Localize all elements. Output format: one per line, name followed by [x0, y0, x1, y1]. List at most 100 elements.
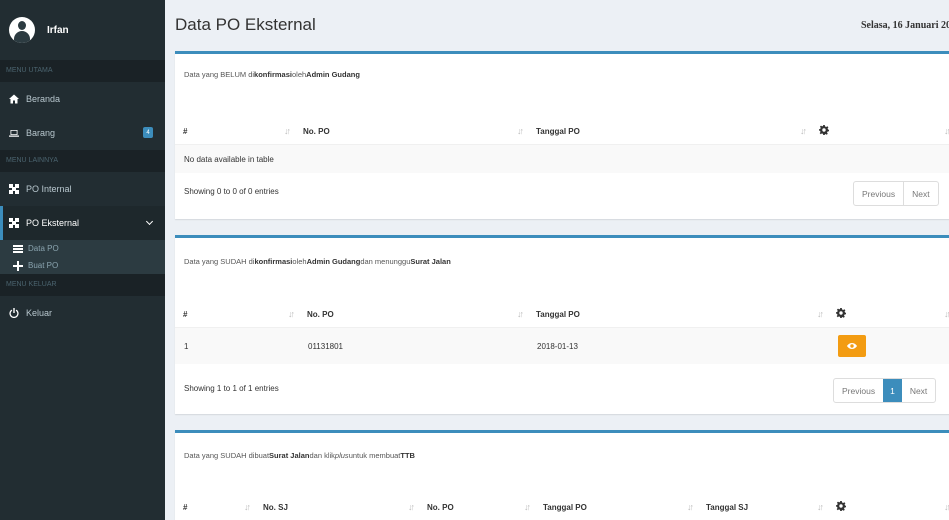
po-eksternal-submenu: Data PO Buat PO	[0, 240, 165, 274]
user-avatar	[9, 17, 35, 43]
sidebar-item-po-internal[interactable]: PO Internal	[0, 172, 165, 206]
column-header-no-po[interactable]: No. PO ↓↑	[295, 117, 528, 145]
sort-icon: ↓↑	[244, 502, 251, 512]
sort-icon: ↓↑	[408, 502, 415, 512]
desc-text: dan menunggu	[360, 256, 411, 266]
sidebar-item-beranda[interactable]: Beranda	[0, 82, 165, 116]
desc-italic: plus	[334, 450, 349, 460]
view-button[interactable]	[838, 335, 866, 357]
column-header-number[interactable]: # ↓↑	[175, 493, 255, 520]
column-label: Tanggal SJ	[706, 502, 749, 512]
column-header-tanggal-sj[interactable]: Tanggal SJ ↓↑	[698, 493, 828, 520]
column-header-no-po[interactable]: No. PO ↓↑	[419, 493, 535, 520]
sort-icon: ↓↑	[944, 502, 949, 512]
page-button-1[interactable]: 1	[883, 379, 902, 402]
sort-icon: ↓↑	[944, 309, 949, 319]
desc-text: dan klik	[309, 450, 335, 460]
chevron-down-icon	[145, 217, 154, 226]
box-unconfirmed: Data yang BELUM di konfirmasi oleh Admin…	[175, 51, 949, 219]
desc-text: oleh	[291, 69, 307, 79]
column-label: #	[183, 126, 188, 136]
column-header-tanggal-po[interactable]: Tanggal PO ↓↑	[535, 493, 698, 520]
desc-text: untuk membuat	[348, 450, 401, 460]
plus-icon	[13, 260, 23, 271]
pagination: Previous 1 Next	[833, 378, 937, 403]
desc-bold: Surat Jalan	[410, 256, 451, 266]
gear-icon	[836, 501, 846, 513]
column-header-tanggal-po[interactable]: Tanggal PO ↓↑	[528, 300, 828, 328]
desc-text: oleh	[292, 256, 307, 266]
sidebar-item-po-eksternal[interactable]: PO Eksternal	[0, 206, 165, 240]
column-label: Tanggal PO	[536, 126, 580, 136]
menu-header-main: MENU UTAMA	[0, 60, 165, 82]
column-header-number[interactable]: # ↓↑	[175, 117, 295, 145]
gear-icon	[819, 125, 829, 137]
menu-header-exit: MENU KELUAR	[0, 274, 165, 296]
column-header-actions[interactable]: ↓↑	[828, 493, 949, 520]
sidebar-item-label: PO Internal	[26, 184, 72, 194]
sidebar-item-label: Barang	[26, 128, 56, 138]
table-info: Showing 0 to 0 of 0 entries	[184, 187, 279, 196]
sidebar-item-keluar[interactable]: Keluar	[0, 296, 165, 330]
column-header-no-sj[interactable]: No. SJ ↓↑	[255, 493, 419, 520]
column-label: #	[183, 502, 188, 512]
column-label: No. SJ	[263, 502, 288, 512]
column-label: No. PO	[427, 502, 454, 512]
sort-icon: ↓↑	[800, 126, 807, 136]
gear-icon	[836, 308, 846, 320]
desc-bold: Surat Jalan	[269, 450, 310, 460]
sidebar-subitem-label: Data PO	[28, 244, 59, 253]
sidebar-item-label: PO Eksternal	[26, 218, 80, 228]
sidebar-item-label: Keluar	[26, 308, 53, 318]
column-header-number[interactable]: # ↓↑	[175, 300, 299, 328]
main-content: Data PO Eksternal Selasa, 16 Januari 201…	[165, 0, 949, 520]
sort-icon: ↓↑	[524, 502, 531, 512]
power-icon	[8, 307, 20, 319]
column-header-actions[interactable]: ↓↑	[811, 117, 949, 145]
sort-icon: ↓↑	[687, 502, 694, 512]
table-header: # ↓↑ No. PO ↓↑ Tanggal PO ↓↑ ↓↑	[175, 117, 949, 145]
barang-count-badge: 4	[143, 127, 153, 138]
next-button[interactable]: Next	[902, 379, 935, 402]
list-icon	[13, 244, 23, 254]
previous-button[interactable]: Previous	[854, 182, 903, 205]
empty-message: No data available in table	[184, 154, 274, 164]
box-confirmed: Data yang SUDAH di konfirmasi oleh Admin…	[175, 235, 949, 414]
sidebar-subitem-label: Buat PO	[28, 261, 59, 270]
cell-no-po: 01131801	[308, 341, 343, 351]
box-description: Data yang SUDAH di konfirmasi oleh Admin…	[175, 250, 949, 272]
laptop-icon	[8, 127, 20, 139]
sidebar-item-barang[interactable]: Barang 4	[0, 116, 165, 150]
table-header: # ↓↑ No. PO ↓↑ Tanggal PO ↓↑ ↓↑	[175, 300, 949, 328]
pagination: Previous Next	[853, 181, 939, 206]
sort-icon: ↓↑	[817, 502, 824, 512]
cell-tanggal-po: 2018-01-13	[537, 341, 578, 351]
column-header-actions[interactable]: ↓↑	[828, 300, 949, 328]
sort-icon: ↓↑	[517, 309, 524, 319]
column-label: No. PO	[307, 309, 334, 319]
sort-icon: ↓↑	[517, 126, 524, 136]
grid-icon	[8, 217, 20, 229]
sidebar-item-label: Beranda	[26, 94, 61, 104]
sort-icon: ↓↑	[817, 309, 824, 319]
box-description: Data yang BELUM di konfirmasi oleh Admin…	[175, 63, 949, 85]
sort-icon: ↓↑	[944, 126, 949, 136]
column-label: Tanggal PO	[536, 309, 580, 319]
next-button[interactable]: Next	[903, 182, 937, 205]
sidebar-subitem-buat-po[interactable]: Buat PO	[0, 257, 165, 274]
box-description: Data yang SUDAH dibuat Surat Jalan dan k…	[175, 444, 949, 466]
desc-text: Data yang SUDAH di	[184, 256, 255, 266]
desc-bold: konfirmasi	[254, 69, 292, 79]
cell-number: 1	[184, 341, 189, 351]
current-date: Selasa, 16 Januari 2018	[860, 19, 949, 31]
page-title: Data PO Eksternal	[175, 15, 316, 34]
home-icon	[8, 93, 20, 105]
column-header-tanggal-po[interactable]: Tanggal PO ↓↑	[528, 117, 811, 145]
sidebar: Irfan MENU UTAMA Beranda Barang 4 MENU L…	[0, 0, 165, 520]
previous-button[interactable]: Previous	[834, 379, 883, 402]
column-header-no-po[interactable]: No. PO ↓↑	[299, 300, 528, 328]
page-header: Data PO Eksternal Selasa, 16 Januari 201…	[165, 0, 949, 50]
sidebar-subitem-data-po[interactable]: Data PO	[0, 240, 165, 257]
column-label: Tanggal PO	[543, 502, 587, 512]
table-header: # ↓↑ No. SJ ↓↑ No. PO ↓↑ Tanggal PO ↓↑ Tangg…	[175, 493, 949, 520]
